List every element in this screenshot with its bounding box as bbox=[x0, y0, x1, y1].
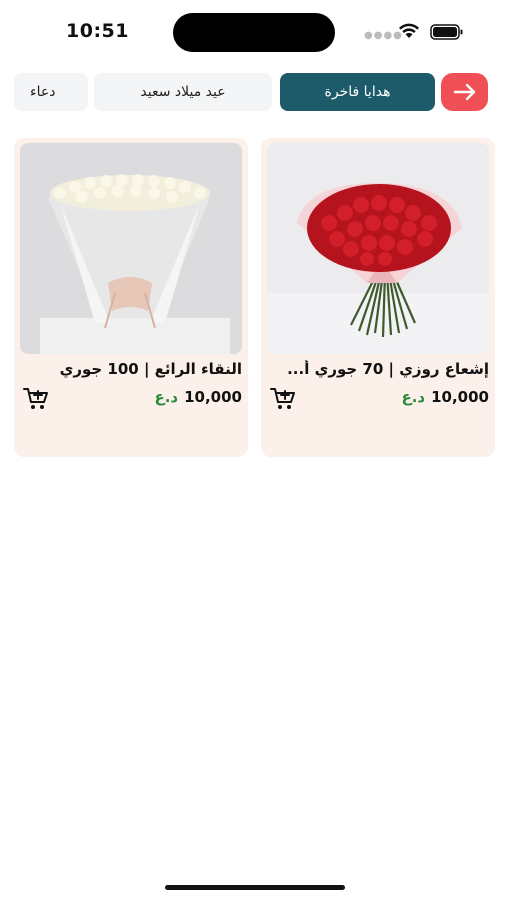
price-currency: د.ع bbox=[401, 388, 426, 406]
add-to-cart-icon[interactable] bbox=[22, 386, 50, 412]
category-chip-luxury-gifts[interactable]: هدايا فاخرة bbox=[280, 73, 435, 111]
battery-icon bbox=[430, 24, 463, 40]
product-card[interactable]: إشعاع روزي | 70 جوري أ... 10,000 د.ع bbox=[261, 138, 495, 457]
price-value: 10,000 bbox=[184, 388, 242, 406]
category-chips: هدايا فاخرة عيد ميلاد سعيد دعاء bbox=[0, 73, 507, 113]
home-indicator[interactable] bbox=[165, 885, 345, 890]
add-to-cart-icon[interactable] bbox=[269, 386, 297, 412]
category-chip-prayer[interactable]: دعاء bbox=[14, 73, 88, 111]
status-bar: 10:51 ●●●● bbox=[0, 0, 507, 62]
product-title: إشعاع روزي | 70 جوري أ... bbox=[287, 360, 489, 378]
price-currency: د.ع bbox=[154, 388, 179, 406]
category-chip-happy-birthday[interactable]: عيد ميلاد سعيد bbox=[94, 73, 272, 111]
wifi-icon bbox=[399, 23, 419, 38]
arrow-right-icon bbox=[453, 83, 475, 101]
product-image bbox=[20, 143, 242, 354]
dynamic-island bbox=[173, 13, 335, 52]
status-time: 10:51 bbox=[66, 20, 129, 42]
product-price: 10,000 د.ع bbox=[401, 388, 489, 406]
product-card[interactable]: النقاء الرائع | 100 جوري 10,000 د.ع bbox=[14, 138, 248, 457]
product-price: 10,000 د.ع bbox=[154, 388, 242, 406]
price-value: 10,000 bbox=[431, 388, 489, 406]
product-title: النقاء الرائع | 100 جوري bbox=[59, 360, 242, 378]
status-icons: ●●●● bbox=[364, 22, 474, 42]
back-button[interactable] bbox=[441, 73, 488, 111]
product-image bbox=[267, 143, 489, 354]
